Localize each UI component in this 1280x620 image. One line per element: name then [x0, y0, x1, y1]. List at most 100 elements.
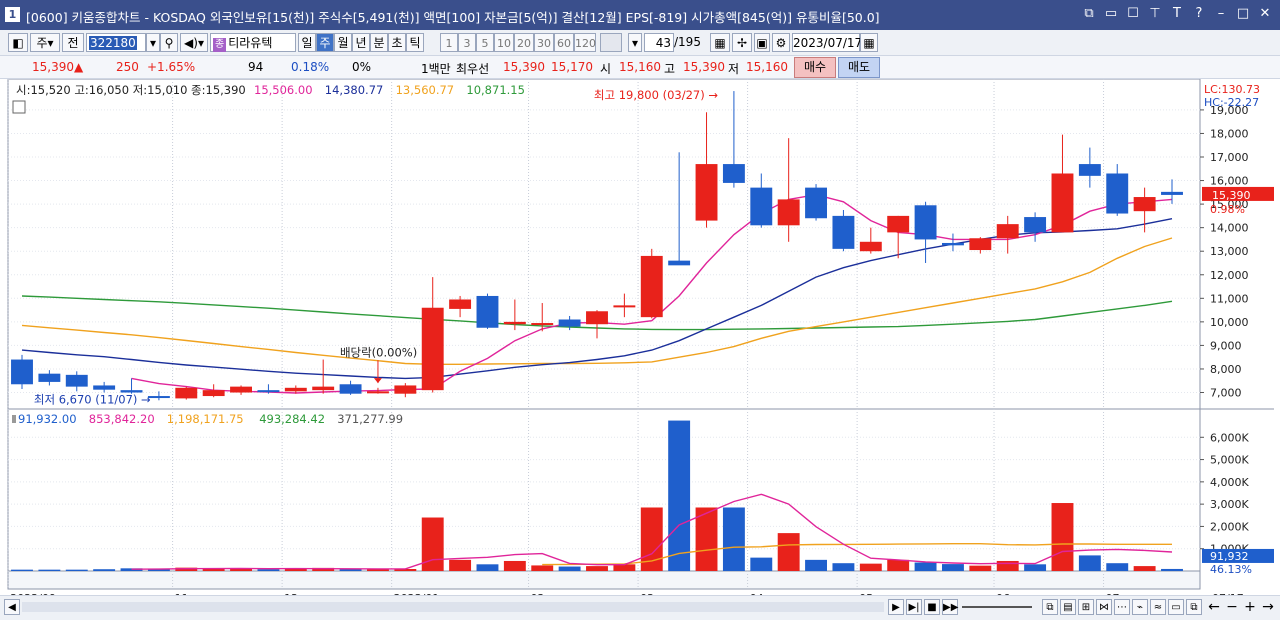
- price-tick-label: 16,000: [1210, 175, 1249, 188]
- volume-bar: [476, 564, 499, 571]
- period-4-button[interactable]: 분: [370, 33, 388, 52]
- save-icon[interactable]: ▣: [754, 33, 770, 52]
- interval-input[interactable]: [600, 33, 622, 52]
- scroll-left-nav-icon[interactable]: ←: [1206, 599, 1222, 615]
- candle-body: [887, 215, 910, 233]
- current-price-pct: 0.98%: [1210, 203, 1245, 216]
- scroll-right-nav-icon[interactable]: →: [1260, 599, 1276, 615]
- volume-tick-label: 6,000K: [1210, 431, 1249, 444]
- restore-link-icon[interactable]: ⧉: [1082, 6, 1096, 21]
- zoom-out-icon[interactable]: −: [1224, 599, 1240, 615]
- current-volume-pct: 46.13%: [1210, 563, 1252, 576]
- interval-10-button[interactable]: 10: [494, 33, 514, 52]
- window-number: 1: [5, 7, 20, 22]
- volume-bar: [257, 569, 280, 571]
- volume-bar: [887, 559, 910, 571]
- scroll-track[interactable]: [22, 602, 884, 612]
- interval-5-button[interactable]: 5: [476, 33, 494, 52]
- tool-icon-3[interactable]: ⊞: [1078, 599, 1094, 615]
- pin-icon[interactable]: ⊤: [1148, 6, 1162, 21]
- unit-label: 1백만: [421, 62, 451, 76]
- prev-button[interactable]: 전: [62, 33, 84, 52]
- ohlc-legend: 시:15,520 고:16,050 저:15,010 종:15,390: [16, 83, 246, 97]
- count-input[interactable]: 43: [644, 33, 674, 52]
- crosshair-icon[interactable]: ✢: [732, 33, 752, 52]
- sound-icon[interactable]: ◀)▾: [180, 33, 208, 52]
- volume-bar: [996, 560, 1019, 571]
- step-forward-icon[interactable]: ▶|: [906, 599, 922, 615]
- tool-icon-7[interactable]: ≈: [1150, 599, 1166, 615]
- window-list-icon[interactable]: ▭: [1104, 6, 1118, 21]
- scroll-right-icon[interactable]: ▶: [888, 599, 904, 615]
- candle-body: [805, 187, 827, 219]
- turnover-value: 0.18%: [291, 60, 330, 74]
- maximize-icon[interactable]: □: [1236, 6, 1250, 21]
- interval-dropdown-icon[interactable]: ▾: [628, 33, 642, 52]
- grid-icon[interactable]: ▦: [710, 33, 730, 52]
- tool-icon-1[interactable]: ⧉: [1042, 599, 1058, 615]
- help-icon[interactable]: ?: [1192, 6, 1206, 21]
- layout-icon[interactable]: ☐: [1126, 6, 1140, 21]
- tool-icon-2[interactable]: ▤: [1060, 599, 1076, 615]
- candle-body: [558, 319, 581, 327]
- period-0-button[interactable]: 일: [298, 33, 316, 52]
- sell-button[interactable]: 매도: [838, 57, 880, 78]
- panel-toggle-icon[interactable]: ◧: [8, 33, 28, 52]
- period-2-button[interactable]: 월: [334, 33, 352, 52]
- candle-body: [750, 187, 773, 226]
- stock-code-input[interactable]: 322180: [86, 33, 146, 52]
- stock-chart[interactable]: 2022/0911122023/0102030405060707/1719,00…: [0, 79, 1280, 595]
- volume-bar: [1133, 566, 1156, 571]
- interval-60-button[interactable]: 60: [554, 33, 574, 52]
- tool-icon-6[interactable]: ⌁: [1132, 599, 1148, 615]
- lc-label: LC:130.73: [1204, 83, 1260, 96]
- search-icon[interactable]: ⚲: [160, 33, 178, 52]
- candle-body: [640, 255, 663, 318]
- add-icon[interactable]: +: [1242, 599, 1258, 615]
- candle-body: [93, 385, 116, 390]
- zoom-slider[interactable]: [962, 606, 1032, 608]
- open-label: 시: [600, 62, 612, 76]
- price-tick-label: 12,000: [1210, 269, 1249, 282]
- text-icon[interactable]: T: [1170, 6, 1184, 21]
- period-6-button[interactable]: 틱: [406, 33, 424, 52]
- ma-legend-3: 10,871.15: [466, 83, 525, 97]
- volume-bar: [969, 565, 992, 571]
- volume-bar: [1161, 568, 1183, 571]
- low-annotation: 최저 6,670 (11/07) →: [34, 392, 151, 406]
- period-1-button[interactable]: 주: [316, 33, 334, 52]
- date-input[interactable]: 2023/07/17: [792, 33, 862, 52]
- volume-bar: [668, 420, 691, 571]
- tool-icon-4[interactable]: ⋈: [1096, 599, 1112, 615]
- tool-icon-5[interactable]: ⋯: [1114, 599, 1130, 615]
- price-tick-label: 7,000: [1210, 387, 1242, 400]
- interval-120-button[interactable]: 120: [574, 33, 596, 52]
- volume-bar: [65, 569, 88, 571]
- fast-forward-icon[interactable]: ▶▶: [942, 599, 958, 615]
- code-dropdown-icon[interactable]: ▾: [146, 33, 160, 52]
- stop-icon[interactable]: ■: [924, 599, 940, 615]
- interval-3-button[interactable]: 3: [458, 33, 476, 52]
- current-price: 15,390: [32, 60, 74, 74]
- tool-icon-9[interactable]: ⧉: [1186, 599, 1202, 615]
- settings-icon[interactable]: ⚙: [772, 33, 790, 52]
- buy-button[interactable]: 매수: [794, 57, 836, 78]
- period-5-button[interactable]: 초: [388, 33, 406, 52]
- close-icon[interactable]: ✕: [1258, 6, 1272, 21]
- interval-30-button[interactable]: 30: [534, 33, 554, 52]
- candle-body: [312, 386, 335, 391]
- scroll-left-icon[interactable]: ◀: [4, 599, 20, 615]
- candle-body: [202, 390, 225, 397]
- calendar-icon[interactable]: ▦: [860, 33, 878, 52]
- low-price: 15,160: [746, 60, 788, 74]
- price-tick-label: 9,000: [1210, 339, 1242, 352]
- candle-body: [1051, 173, 1074, 233]
- price-tick-label: 10,000: [1210, 316, 1249, 329]
- interval-20-button[interactable]: 20: [514, 33, 534, 52]
- market-select[interactable]: 주▾: [30, 33, 60, 52]
- minimize-icon[interactable]: –: [1214, 6, 1228, 21]
- period-3-button[interactable]: 년: [352, 33, 370, 52]
- tool-icon-8[interactable]: ▭: [1168, 599, 1184, 615]
- stock-name-field[interactable]: 종 티라유텍: [210, 33, 296, 52]
- interval-1-button[interactable]: 1: [440, 33, 458, 52]
